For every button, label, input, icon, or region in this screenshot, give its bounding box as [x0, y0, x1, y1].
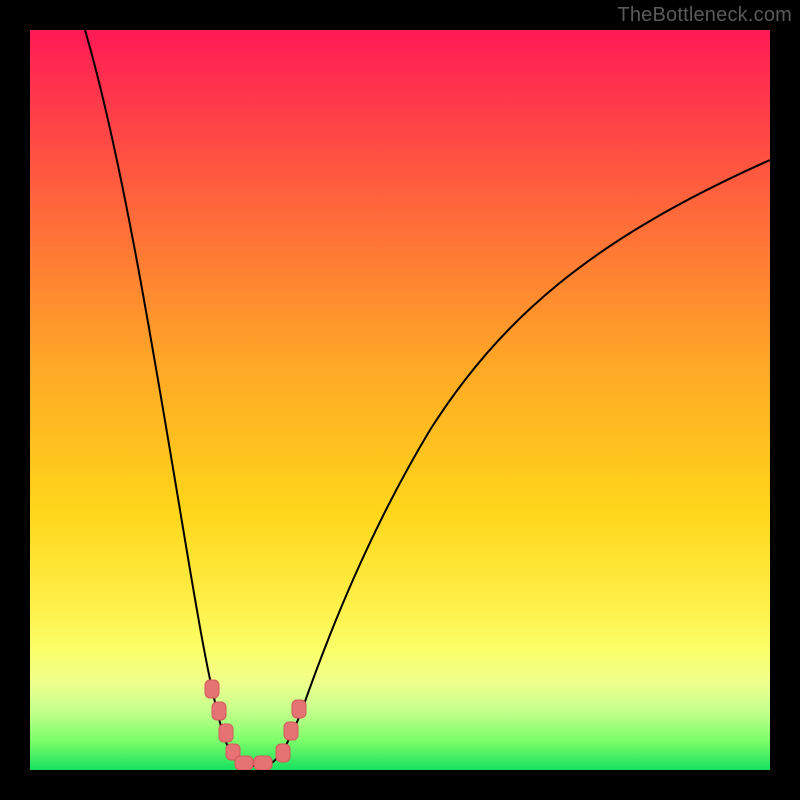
marker-dot: [276, 744, 290, 762]
curve-svg: [30, 30, 770, 770]
marker-dot: [254, 756, 272, 770]
marker-dot: [292, 700, 306, 718]
marker-dot: [284, 722, 298, 740]
watermark-text: TheBottleneck.com: [617, 4, 792, 27]
marker-dot: [205, 680, 219, 698]
marker-dot: [212, 702, 226, 720]
bottleneck-curve: [85, 30, 770, 766]
marker-dot: [235, 756, 253, 770]
plot-area: [30, 30, 770, 770]
marker-dot: [219, 724, 233, 742]
